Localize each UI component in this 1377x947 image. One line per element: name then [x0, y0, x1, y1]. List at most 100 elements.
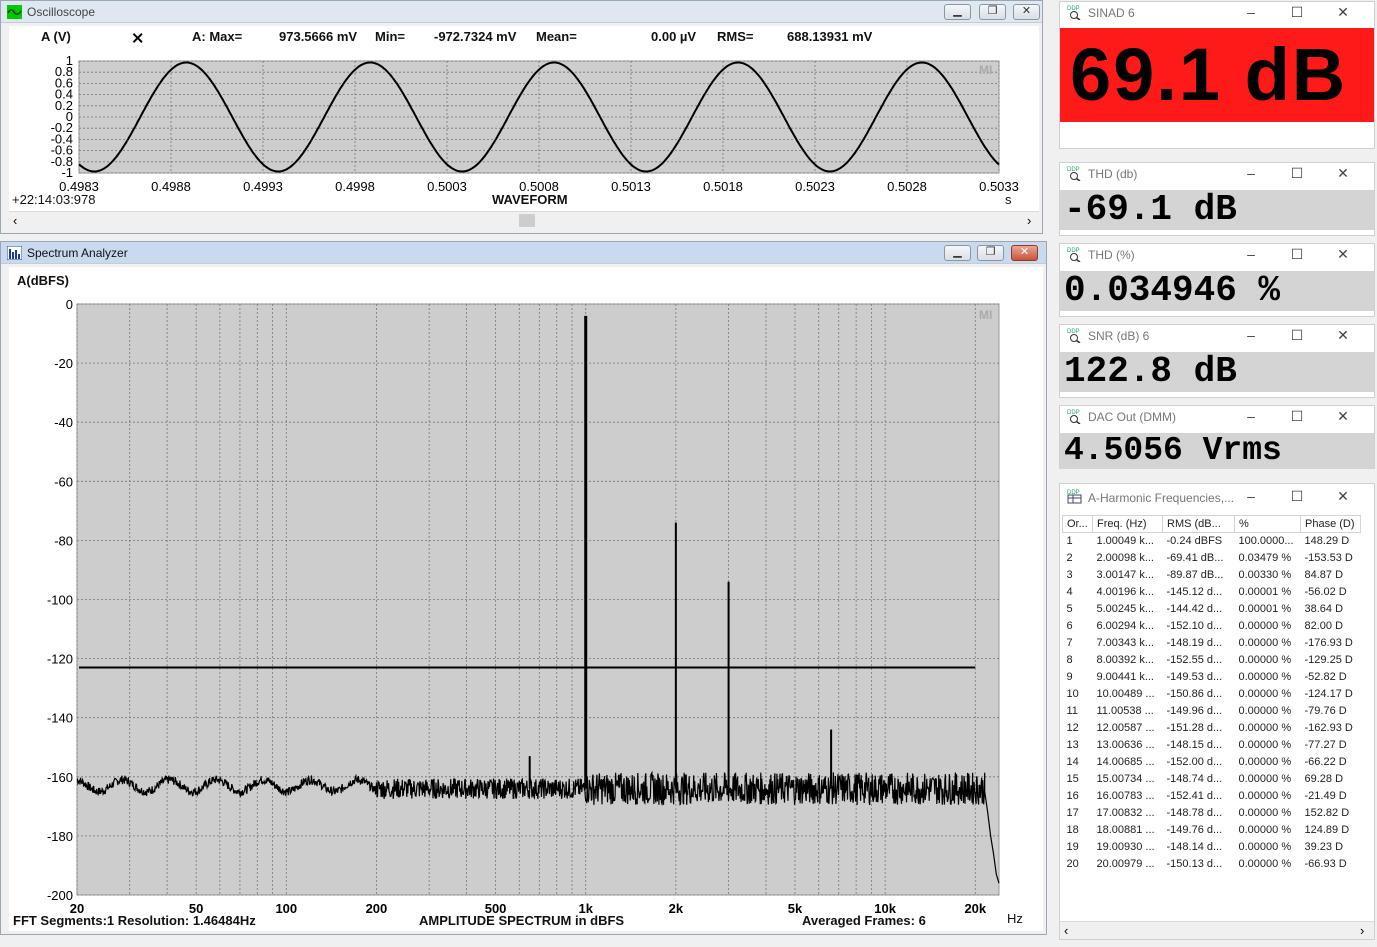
scroll-left-arrow-icon[interactable]: ‹: [1064, 923, 1068, 938]
table-cell: 0.00001 %: [1238, 586, 1292, 598]
table-cell: -148.15 d...: [1166, 739, 1223, 751]
meter-icon: DDP: [1067, 6, 1081, 20]
minimize-button[interactable]: –: [1228, 246, 1274, 262]
close-button[interactable]: ✕: [1320, 408, 1366, 425]
meter-title: SINAD 6: [1088, 6, 1135, 20]
table-row[interactable]: 12 12.00587 ... -151.28 d... 0.00000 % -162.…: [1063, 720, 1361, 737]
table-cell: 3: [1066, 569, 1073, 581]
column-header[interactable]: Or...: [1062, 515, 1093, 533]
maximize-button[interactable]: ☐: [1274, 246, 1320, 263]
harmonics-horizontal-scrollbar[interactable]: ‹ ›: [1060, 921, 1374, 939]
table-row[interactable]: 8 8.00392 k... -152.55 d... 0.00000 % -129.2…: [1063, 652, 1361, 669]
meter-window-buttons[interactable]: – ☐ ✕: [1228, 327, 1366, 344]
column-header[interactable]: Freq. (Hz): [1092, 515, 1163, 533]
waveform-plot[interactable]: 10.80.60.40.20-0.2-0.4-0.6-0.8-10.4983 0.…: [9, 26, 1039, 211]
table-cell: 38.64 D: [1304, 603, 1344, 615]
close-button[interactable]: ✕: [1320, 4, 1366, 21]
minimize-button[interactable]: –: [1228, 165, 1274, 181]
table-cell: 0.00000 %: [1238, 620, 1292, 632]
close-button[interactable]: ✕: [1320, 327, 1366, 344]
maximize-button[interactable]: ☐: [1274, 327, 1320, 344]
restore-button[interactable]: ❐: [977, 245, 1004, 261]
maximize-button[interactable]: ☐: [1274, 4, 1320, 21]
table-row[interactable]: 14 14.00685 ... -152.00 d... 0.00000 % -66.2…: [1063, 754, 1361, 771]
maximize-button[interactable]: ☐: [1274, 165, 1320, 182]
restore-button[interactable]: ❐: [979, 4, 1006, 20]
table-cell: -52.82 D: [1304, 671, 1347, 683]
harmonics-title: A-Harmonic Frequencies,...: [1088, 491, 1235, 505]
minimize-button[interactable]: –: [1228, 327, 1274, 343]
minimize-button[interactable]: –: [1228, 408, 1274, 424]
table-row[interactable]: 6 6.00294 k... -152.10 d... 0.00000 % 82.00 …: [1063, 618, 1361, 635]
close-button[interactable]: ✕: [1320, 246, 1366, 263]
minimize-button[interactable]: –: [1228, 488, 1274, 504]
close-button[interactable]: ✕: [1320, 488, 1366, 505]
table-cell: 19.00930 ...: [1096, 841, 1155, 853]
osc-horizontal-scrollbar[interactable]: ‹ ›: [9, 211, 1039, 229]
scroll-right-arrow-icon[interactable]: ›: [1027, 213, 1031, 228]
x-tick-label: 0.4988: [151, 179, 191, 194]
scroll-left-arrow-icon[interactable]: ‹: [13, 213, 17, 228]
close-button[interactable]: ✕: [1011, 245, 1038, 261]
maximize-button[interactable]: ☐: [1274, 408, 1320, 425]
table-cell: 0.00000 %: [1238, 824, 1292, 836]
maximize-button[interactable]: ☐: [1274, 488, 1320, 505]
spectrum-titlebar[interactable]: Spectrum Analyzer ▁ ❐ ✕: [1, 242, 1046, 264]
minimize-button[interactable]: ▁: [944, 4, 971, 20]
table-row[interactable]: 10 10.00489 ... -150.86 d... 0.00000 % -124.…: [1063, 686, 1361, 703]
table-cell: 18: [1066, 824, 1079, 836]
table-cell: 12: [1066, 722, 1079, 734]
meter-panel: DDP THD (db) – ☐ ✕ -69.1 dB: [1059, 162, 1375, 236]
table-cell: 0.00000 %: [1238, 654, 1292, 666]
x-tick-label: 0.4993: [243, 179, 283, 194]
minimize-button[interactable]: –: [1228, 4, 1274, 20]
table-row[interactable]: 11 11.00538 ... -149.96 d... 0.00000 % -79.7…: [1063, 703, 1361, 720]
spectrum-app-icon: [7, 246, 22, 260]
spectrum-footer-right: Averaged Frames: 6: [802, 913, 926, 928]
table-cell: 0.00000 %: [1238, 688, 1292, 700]
table-cell: -129.25 D: [1304, 654, 1353, 666]
table-row[interactable]: 4 4.00196 k... -145.12 d... 0.00001 % -56.02…: [1063, 584, 1361, 601]
harmonics-window-buttons[interactable]: – ☐ ✕: [1228, 488, 1366, 505]
table-cell: -66.22 D: [1304, 756, 1347, 768]
table-row[interactable]: 13 13.00636 ... -148.15 d... 0.00000 % -77.2…: [1063, 737, 1361, 754]
meter-window-buttons[interactable]: – ☐ ✕: [1228, 246, 1366, 263]
table-cell: -152.10 d...: [1166, 620, 1223, 632]
table-cell: 5.00245 k...: [1096, 603, 1155, 615]
meter-window-buttons[interactable]: – ☐ ✕: [1228, 165, 1366, 182]
table-row[interactable]: 17 17.00832 ... -148.78 d... 0.00000 % 152.8…: [1063, 805, 1361, 822]
table-row[interactable]: 18 18.00881 ... -149.76 d... 0.00000 % 124.8…: [1063, 822, 1361, 839]
spectrum-plot[interactable]: 0-20-40-60-80-100-120-140-160-180-20020 5…: [9, 267, 1043, 931]
table-cell: 0.00000 %: [1238, 790, 1292, 802]
table-row[interactable]: 7 7.00343 k... -148.19 d... 0.00000 % -176.9…: [1063, 635, 1361, 652]
table-cell: -152.41 d...: [1166, 790, 1223, 802]
table-cell: -56.02 D: [1304, 586, 1347, 598]
column-header[interactable]: RMS (dB...: [1162, 515, 1235, 533]
scroll-right-arrow-icon[interactable]: ›: [1360, 923, 1364, 938]
table-row[interactable]: 19 19.00930 ... -148.14 d... 0.00000 % 39.23…: [1063, 839, 1361, 856]
oscilloscope-titlebar[interactable]: Oscilloscope ▁ ❐ ✕: [1, 1, 1042, 23]
table-row[interactable]: 16 16.00783 ... -152.41 d... 0.00000 % -21.4…: [1063, 788, 1361, 805]
table-cell: 0.00000 %: [1238, 722, 1292, 734]
meter-window-buttons[interactable]: – ☐ ✕: [1228, 408, 1366, 425]
minimize-button[interactable]: ▁: [944, 245, 971, 261]
table-cell: -124.17 D: [1304, 688, 1353, 700]
close-button[interactable]: ✕: [1320, 165, 1366, 182]
table-row[interactable]: 15 15.00734 ... -148.74 d... 0.00000 % 69.28…: [1063, 771, 1361, 788]
scroll-thumb[interactable]: [519, 214, 535, 227]
table-row[interactable]: 5 5.00245 k... -144.42 d... 0.00001 % 38.64 …: [1063, 601, 1361, 618]
column-header[interactable]: Phase (D): [1300, 515, 1361, 533]
column-header[interactable]: %: [1234, 515, 1301, 533]
table-row[interactable]: 3 3.00147 k... -89.87 dB... 0.00330 % 84.87 …: [1063, 567, 1361, 584]
close-button[interactable]: ✕: [1013, 4, 1040, 20]
table-row[interactable]: 20 20.00979 ... -150.13 d... 0.00000 % -66.9…: [1063, 856, 1361, 873]
table-row[interactable]: 1 1.00049 k... -0.24 dBFS 100.0000... 148.29…: [1063, 533, 1361, 550]
table-row[interactable]: 2 2.00098 k... -69.41 dB... 0.03479 % -153.5…: [1063, 550, 1361, 567]
table-cell: 16.00783 ...: [1096, 790, 1155, 802]
meter-value: 69.1 dB: [1060, 28, 1374, 122]
table-cell: 0.00330 %: [1238, 569, 1292, 581]
meter-window-buttons[interactable]: – ☐ ✕: [1228, 4, 1366, 21]
table-cell: 1.00049 k...: [1096, 535, 1155, 548]
y-tick-label: -20: [54, 356, 73, 371]
table-row[interactable]: 9 9.00441 k... -149.53 d... 0.00000 % -52.82…: [1063, 669, 1361, 686]
